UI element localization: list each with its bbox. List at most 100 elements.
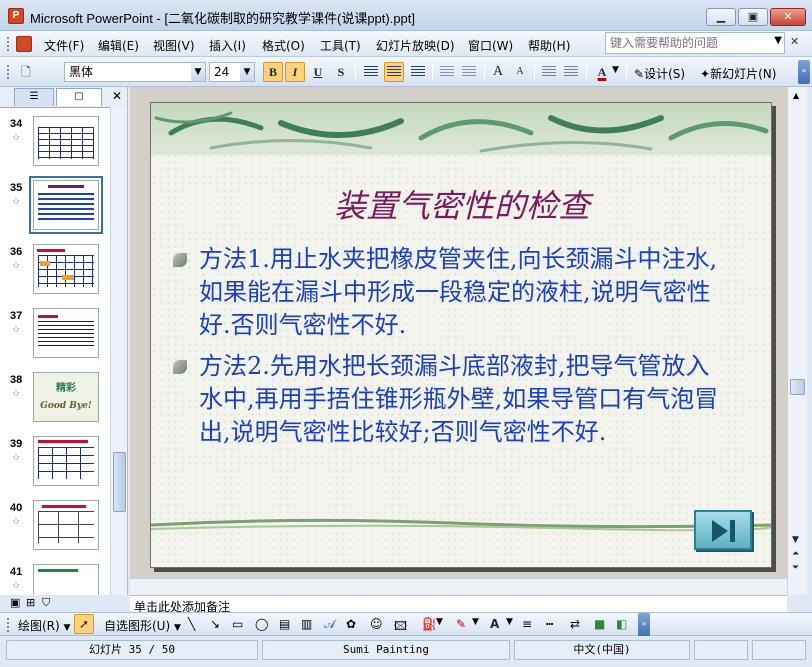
line-style-icon[interactable]: ≡ xyxy=(522,617,532,631)
slide-thumbnail[interactable] xyxy=(33,564,99,595)
bulleted-list-icon[interactable] xyxy=(462,66,476,78)
next-slide-action-button[interactable] xyxy=(694,510,752,550)
slide-thumbnail-row[interactable]: 34 ☆ xyxy=(0,116,108,178)
close-button[interactable]: ✕ xyxy=(770,8,806,26)
scroll-up-icon[interactable]: ▲ xyxy=(793,91,799,100)
transition-star-icon[interactable]: ☆ xyxy=(12,261,20,271)
document-icon[interactable] xyxy=(16,36,32,52)
scroll-down-icon[interactable]: ▼ xyxy=(792,535,799,545)
menu-grip-icon[interactable] xyxy=(6,36,10,52)
new-slide-button[interactable]: ✦新幻灯片(N) xyxy=(700,65,776,82)
tab-slides[interactable]: ▢ xyxy=(56,88,102,106)
font-color-button[interactable]: A xyxy=(592,62,612,82)
dash-style-icon[interactable]: ┅ xyxy=(546,617,553,631)
new-document-icon[interactable]: 🗋 xyxy=(16,62,36,82)
next-slide-icon[interactable]: ⏷ xyxy=(792,563,799,573)
toolbar-options-icon[interactable]: » xyxy=(798,60,810,84)
slide-thumbnail-row[interactable]: 40 ☆ xyxy=(0,500,108,562)
transition-star-icon[interactable]: ☆ xyxy=(12,325,20,335)
tab-outline[interactable]: ☰ xyxy=(14,88,54,106)
horizontal-scrollbar[interactable] xyxy=(130,578,787,595)
pane-close-icon[interactable]: ✕ xyxy=(112,90,122,102)
toolbar-options-icon[interactable]: » xyxy=(638,613,650,637)
slide-thumbnail-row[interactable]: 37 ☆ xyxy=(0,308,108,370)
slide-title[interactable]: 装置气密性的检查 xyxy=(151,181,771,227)
menu-slideshow[interactable]: 幻灯片放映(D) xyxy=(376,37,455,54)
fill-color-icon[interactable]: ⛽ xyxy=(422,617,437,631)
diagram-icon[interactable]: ✿ xyxy=(346,617,356,631)
font-size-select[interactable]: 24 ▼ xyxy=(209,62,255,82)
numbered-list-icon[interactable] xyxy=(440,66,454,78)
font-name-select[interactable]: 黑体 ▼ xyxy=(64,62,206,82)
increase-indent-icon[interactable] xyxy=(564,66,578,78)
shadow-style-icon[interactable]: ■ xyxy=(594,617,605,631)
arrow-icon[interactable]: ↘ xyxy=(210,617,220,631)
design-button[interactable]: ✎设计(S) xyxy=(634,65,685,82)
transition-star-icon[interactable]: ☆ xyxy=(12,517,20,527)
menu-tools[interactable]: 工具(T) xyxy=(320,37,361,54)
transition-star-icon[interactable]: ☆ xyxy=(12,133,20,143)
chevron-down-icon[interactable]: ▼ xyxy=(472,617,479,627)
3d-style-icon[interactable]: ◧ xyxy=(616,617,627,631)
menu-view[interactable]: 视图(V) xyxy=(153,37,195,54)
decrease-font-size-button[interactable]: A xyxy=(510,62,530,82)
slide-thumbnail[interactable]: 精彩 Good Bye! xyxy=(33,372,99,422)
chevron-down-icon[interactable]: ▼ xyxy=(240,63,254,81)
slide-thumbnail-row[interactable]: 36 ☆ xyxy=(0,244,108,306)
chevron-down-icon[interactable]: ▼ xyxy=(612,65,619,75)
slide-thumbnail-row[interactable]: 39 ☆ xyxy=(0,436,108,498)
toolbar-grip-icon[interactable] xyxy=(6,64,10,80)
slide-thumbnail-selected[interactable] xyxy=(29,176,103,234)
previous-slide-icon[interactable]: ⏶ xyxy=(792,549,799,559)
menu-insert[interactable]: 插入(I) xyxy=(209,37,246,54)
chevron-down-icon[interactable]: ▼ xyxy=(506,617,513,627)
draw-menu-button[interactable]: 绘图(R) ▼ xyxy=(18,617,70,634)
align-center-button[interactable] xyxy=(384,62,404,82)
underline-button[interactable]: U xyxy=(308,62,328,82)
vertical-scrollbar[interactable]: ▲ ▼ ⏶ ⏷ xyxy=(787,87,807,595)
slide-thumbnail-row[interactable]: 41 ☆ xyxy=(0,564,108,595)
slide-thumbnail[interactable] xyxy=(33,116,99,166)
oval-icon[interactable]: ◯ xyxy=(255,617,268,631)
slide-thumbnail[interactable] xyxy=(33,244,99,294)
wordart-icon[interactable]: 𝒜 xyxy=(324,617,335,632)
toolbar-grip-icon[interactable] xyxy=(6,617,10,633)
normal-view-icon[interactable]: ▣ xyxy=(10,596,20,609)
help-search-input[interactable] xyxy=(606,33,766,53)
align-right-icon[interactable] xyxy=(411,66,425,78)
chevron-down-icon[interactable]: ▼ xyxy=(191,63,205,81)
picture-icon[interactable]: 🖾 xyxy=(394,617,407,638)
powerpoint-app-icon[interactable]: P xyxy=(8,8,24,24)
slide-sorter-icon[interactable]: ⊞ xyxy=(26,596,35,609)
line-color-icon[interactable]: ✎ xyxy=(456,617,466,631)
chevron-down-icon[interactable]: ▼ xyxy=(436,617,443,627)
vertical-textbox-icon[interactable]: ▥ xyxy=(301,617,312,631)
italic-button[interactable]: I xyxy=(285,62,305,82)
slideshow-icon[interactable]: ⛉ xyxy=(42,596,50,610)
slide-thumbnail-row[interactable]: 35 ☆ xyxy=(0,176,108,242)
transition-star-icon[interactable]: ☆ xyxy=(12,453,20,463)
transition-star-icon[interactable]: ☆ xyxy=(12,389,20,399)
current-slide[interactable]: 装置气密性的检查 方法1.用止水夹把橡皮管夹住,向长颈漏斗中注水,如果能在漏斗中… xyxy=(150,102,772,568)
clipart-icon[interactable]: ☺ xyxy=(370,617,383,631)
help-search-box[interactable]: ▼ xyxy=(605,32,785,54)
autoshapes-menu-button[interactable]: 自选图形(U) ▼ xyxy=(104,617,181,634)
slide-thumbnail[interactable] xyxy=(33,500,99,550)
rectangle-icon[interactable]: ▭ xyxy=(232,617,243,631)
menu-edit[interactable]: 编辑(E) xyxy=(98,37,139,54)
slide-thumbnail-row[interactable]: 38 ☆ 精彩 Good Bye! xyxy=(0,372,108,434)
menu-window[interactable]: 窗口(W) xyxy=(468,37,513,54)
notes-pane[interactable]: 单击此处添加备注 xyxy=(130,595,787,614)
menu-format[interactable]: 格式(O) xyxy=(262,37,305,54)
transition-star-icon[interactable]: ☆ xyxy=(12,581,20,591)
minimize-button[interactable]: ▁ xyxy=(706,8,736,26)
slides-pane-scrollbar[interactable] xyxy=(110,107,127,595)
scrollbar-thumb[interactable] xyxy=(113,452,126,512)
line-icon[interactable]: ╲ xyxy=(188,617,195,631)
menu-help[interactable]: 帮助(H) xyxy=(528,37,570,54)
shadow-button[interactable]: S xyxy=(331,62,351,82)
align-left-icon[interactable] xyxy=(364,66,378,78)
slide-thumbnail[interactable] xyxy=(33,308,99,358)
maximize-button[interactable]: ▣ xyxy=(738,8,768,26)
decrease-indent-icon[interactable] xyxy=(542,66,556,78)
